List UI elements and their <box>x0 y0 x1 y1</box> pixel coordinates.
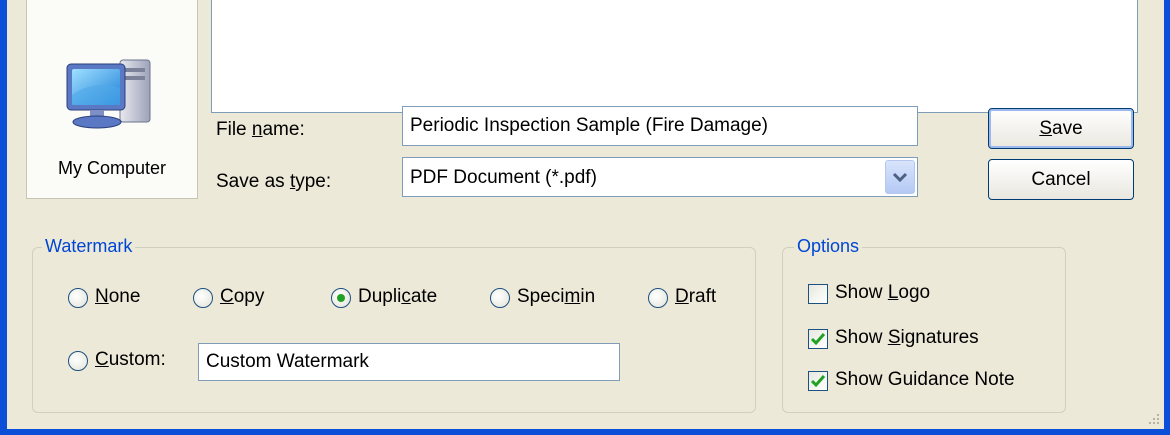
resize-grip-icon[interactable] <box>1146 411 1160 425</box>
chevron-down-icon <box>892 172 908 183</box>
radio-button[interactable] <box>331 288 351 308</box>
radio-duplicate-label: Duplicate <box>358 286 438 307</box>
radio-button[interactable] <box>490 288 510 308</box>
cancel-button[interactable]: Cancel <box>988 159 1134 200</box>
radio-button[interactable] <box>193 288 213 308</box>
save-as-type-select[interactable]: PDF Document (*.pdf) <box>402 157 918 197</box>
radio-button[interactable] <box>648 288 668 308</box>
places-bar: My Computer <box>26 0 198 199</box>
my-computer-icon <box>66 59 151 129</box>
save-as-type-label: Save as type: <box>216 171 332 192</box>
my-computer-label: My Computer <box>57 158 167 178</box>
file-name-input[interactable] <box>402 106 918 146</box>
show-signatures-label: Show Signatures <box>835 327 979 348</box>
show-guidance-note-label: Show Guidance Note <box>835 369 1015 390</box>
checkbox[interactable] <box>808 284 828 304</box>
window-frame-left <box>0 0 7 435</box>
show-logo-label: Show Logo <box>835 282 931 303</box>
window-frame-right <box>1164 0 1170 435</box>
radio-button[interactable] <box>68 288 88 308</box>
save-button[interactable]: Save <box>988 108 1134 149</box>
custom-watermark-input[interactable] <box>198 343 620 381</box>
places-item-my-computer[interactable]: My Computer <box>27 44 197 194</box>
radio-draft-label: Draft <box>675 286 717 307</box>
checkmark-icon <box>810 375 826 388</box>
checkbox[interactable] <box>808 371 828 391</box>
dropdown-arrow-button[interactable] <box>885 160 915 194</box>
save-as-type-value: PDF Document (*.pdf) <box>410 167 597 188</box>
watermark-group-title: Watermark <box>42 236 136 257</box>
checkmark-icon <box>810 333 826 346</box>
radio-button[interactable] <box>68 351 88 371</box>
radio-specimin-label: Specimin <box>517 286 596 307</box>
radio-none-label: None <box>95 286 141 307</box>
options-group-title: Options <box>794 236 863 257</box>
radio-copy-label: Copy <box>220 286 265 307</box>
file-name-label: File name: <box>216 119 305 140</box>
radio-custom-label: Custom: <box>95 349 166 370</box>
radio-selected-dot <box>337 294 345 302</box>
watermark-group <box>32 247 756 413</box>
window-frame-bottom <box>0 429 1170 435</box>
checkbox[interactable] <box>808 329 828 349</box>
file-list-view[interactable] <box>211 0 1138 113</box>
